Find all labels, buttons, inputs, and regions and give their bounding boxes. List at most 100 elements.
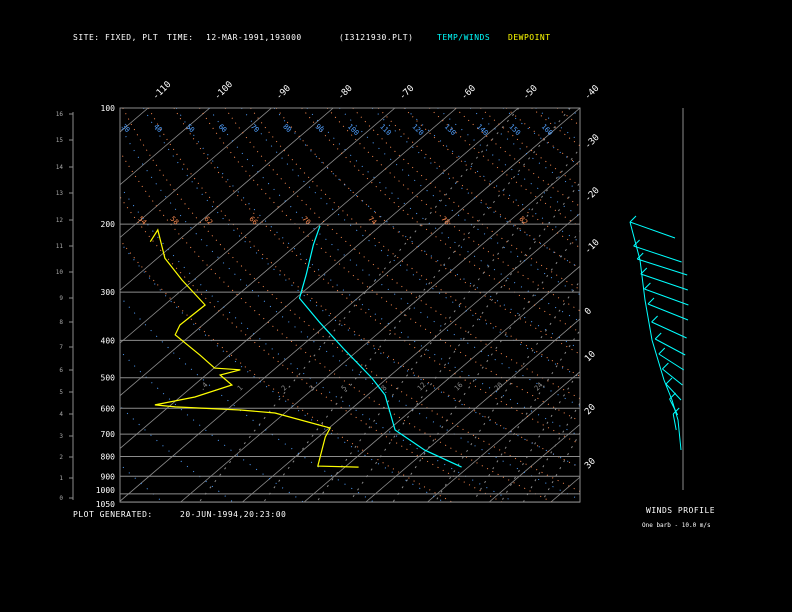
wind-barb <box>672 413 677 431</box>
wind-barb-flag <box>647 297 655 305</box>
moist-adiabat-label: 30 <box>120 123 132 135</box>
temp-label-top: -80 <box>336 84 355 103</box>
mixing-ratio-label: 24 <box>533 381 545 393</box>
dry-adiabat <box>147 108 580 469</box>
mixing-ratio-label: 16 <box>453 381 465 393</box>
dry-adiabat <box>250 108 580 377</box>
mixing-ratio-label: 1 <box>236 384 245 393</box>
height-label: 6 <box>59 367 63 374</box>
dry-adiabat <box>480 108 580 187</box>
moist-adiabat <box>0 108 93 502</box>
dry-adiabat <box>531 108 580 147</box>
height-label: 12 <box>56 217 64 224</box>
temp-label-right: 30 <box>583 457 598 472</box>
wind-barb <box>633 245 682 263</box>
height-label: 5 <box>59 389 63 396</box>
height-label: 1 <box>59 475 63 482</box>
isotherm <box>120 108 519 449</box>
temp-label-top: -90 <box>274 84 293 103</box>
background-lines <box>0 108 792 502</box>
dry-adiabat <box>173 108 580 445</box>
temp-label-top: -100 <box>213 80 235 102</box>
moist-adiabat <box>306 108 580 323</box>
temp-label-top: -70 <box>398 84 417 103</box>
dry-adiabat <box>403 108 580 249</box>
generated-label: PLOT GENERATED: <box>73 510 153 519</box>
moist-adiabat-label: 70 <box>249 123 261 135</box>
height-label: 4 <box>59 411 63 418</box>
wind-barb-flag <box>644 282 651 290</box>
wind-barb-flag <box>665 377 673 385</box>
isotherm <box>120 108 211 186</box>
wind-barb <box>640 273 688 291</box>
dry-adiabat-label: 62 <box>202 215 214 227</box>
temp-label-right: 20 <box>583 403 598 418</box>
dry-adiabat <box>377 108 580 270</box>
mixing-ratio-line <box>500 368 580 502</box>
pressure-label: 700 <box>101 430 116 439</box>
moist-adiabat-label: 110 <box>378 123 393 138</box>
dry-adiabat <box>120 150 553 502</box>
mixing-ratio-line <box>198 108 520 502</box>
isotherm <box>242 212 580 502</box>
isotherm <box>120 108 272 239</box>
height-label: 13 <box>56 190 64 197</box>
profiles <box>149 225 462 468</box>
moist-adiabat <box>404 108 580 243</box>
moist-adiabat <box>535 108 580 143</box>
height-label: 0 <box>59 495 63 502</box>
temp-label-top: -60 <box>460 84 479 103</box>
wind-barb <box>644 288 689 306</box>
dry-adiabat-label: 78 <box>439 215 451 227</box>
dry-adiabat-label: 58 <box>168 215 180 227</box>
moist-adiabat <box>437 108 580 218</box>
moist-adiabat <box>143 108 580 468</box>
height-label: 11 <box>56 243 64 250</box>
moist-adiabat <box>120 405 234 502</box>
moist-adiabat-label: 160 <box>540 123 555 138</box>
mixing-ratio-line <box>349 181 580 502</box>
mixing-ratio-label: 3 <box>308 384 317 393</box>
generated-value: 20-JUN-1994,20:23:00 <box>180 510 287 519</box>
height-label: 15 <box>56 137 64 144</box>
temp-label-top: -50 <box>521 84 540 103</box>
isotherm <box>613 108 792 502</box>
mixing-ratio-label: .4 <box>198 381 210 393</box>
mixing-ratio-line <box>434 280 580 502</box>
moist-adiabat <box>339 108 580 296</box>
winds-profile-plot <box>629 108 689 490</box>
dry-adiabat-label: 66 <box>247 215 259 227</box>
wind-barb <box>647 303 689 321</box>
mixing-ratio-label: 8 <box>380 384 389 393</box>
wind-barb-flag <box>658 347 666 355</box>
dry-adiabat <box>634 108 792 502</box>
dry-adiabat-label: 70 <box>300 215 312 227</box>
axes: 1002003004005006007008009001000105001234… <box>56 80 602 509</box>
pressure-label: 400 <box>101 336 116 345</box>
temp-label-right: 10 <box>583 350 598 365</box>
winds-profile-title: WINDS PROFILE <box>646 506 716 515</box>
temp-label-right: -20 <box>583 186 602 205</box>
height-label: 9 <box>59 295 63 302</box>
dry-adiabat <box>608 108 792 502</box>
moist-adiabat <box>120 124 580 501</box>
moist-adiabat-label: 150 <box>507 123 522 138</box>
moist-adiabat <box>120 350 304 502</box>
mixing-ratio-label: 2 <box>280 384 289 393</box>
dry-adiabat <box>301 108 580 333</box>
pressure-label: 1050 <box>96 500 115 509</box>
moist-adiabat-label: 40 <box>152 123 164 135</box>
temp-label-top: -40 <box>583 84 602 103</box>
height-label: 2 <box>59 454 63 461</box>
dry-adiabat <box>224 108 580 400</box>
height-label: 10 <box>56 269 64 276</box>
height-label: 7 <box>59 344 63 351</box>
pressure-label: 200 <box>101 220 116 229</box>
wind-barb <box>665 383 682 401</box>
mixing-ratio-label: 12 <box>416 381 428 393</box>
dry-adiabat-label: 74 <box>366 215 378 227</box>
dry-adiabat <box>556 108 580 127</box>
isotherm <box>674 108 792 502</box>
isotherm <box>365 318 580 502</box>
temp-label-top: -110 <box>151 80 173 102</box>
